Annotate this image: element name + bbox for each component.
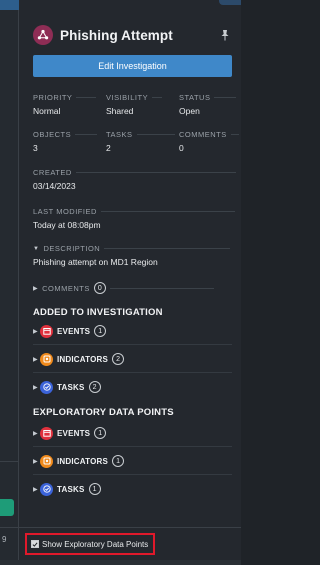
edit-investigation-button[interactable]: Edit Investigation bbox=[33, 55, 232, 77]
show-exploratory-toggle[interactable]: Show Exploratory Data Points bbox=[25, 533, 155, 555]
exploratory-events-row[interactable]: ▶ EVENTS 1 bbox=[33, 426, 107, 440]
added-section-title: ADDED TO INVESTIGATION bbox=[33, 307, 163, 318]
comments-label: COMMENTS bbox=[179, 130, 227, 139]
background-cut-number: 9 bbox=[2, 535, 7, 544]
exploratory-tasks-row[interactable]: ▶ TASKS 1 bbox=[33, 482, 101, 496]
tasks-value: 2 bbox=[106, 143, 111, 153]
show-exploratory-label: Show Exploratory Data Points bbox=[42, 539, 149, 549]
priority-label: PRIORITY bbox=[33, 93, 73, 102]
last-modified-value: Today at 08:08pm bbox=[33, 220, 101, 230]
chevron-right-icon[interactable]: ▶ bbox=[33, 430, 40, 437]
visibility-value: Shared bbox=[106, 106, 134, 116]
divider bbox=[33, 474, 232, 475]
chevron-down-icon[interactable]: ▼ bbox=[33, 246, 39, 252]
chevron-right-icon[interactable]: ▶ bbox=[33, 285, 38, 292]
calendar-icon bbox=[40, 324, 53, 338]
status-value: Open bbox=[179, 106, 200, 116]
page-title: Phishing Attempt bbox=[60, 27, 173, 43]
added-tasks-row[interactable]: ▶ TASKS 2 bbox=[33, 380, 101, 394]
exploratory-events-count: 1 bbox=[94, 427, 107, 439]
description-value: Phishing attempt on MD1 Region bbox=[33, 257, 158, 267]
investigation-logo-icon bbox=[33, 25, 53, 45]
created-value: 03/14/2023 bbox=[33, 181, 76, 191]
comments-value: 0 bbox=[179, 143, 184, 153]
chevron-right-icon[interactable]: ▶ bbox=[33, 328, 40, 335]
background-green-button[interactable] bbox=[0, 499, 14, 516]
description-field[interactable]: ▼ DESCRIPTION Phishing attempt on MD1 Reg… bbox=[33, 244, 231, 267]
comments-toggle[interactable]: ▶ COMMENTS 0 bbox=[33, 282, 214, 294]
added-tasks-count: 2 bbox=[88, 381, 101, 393]
last-modified-field: LAST MODIFIED Today at 08:08pm bbox=[33, 207, 235, 230]
tasks-label: TASKS bbox=[106, 130, 133, 139]
divider bbox=[33, 344, 232, 345]
added-events-count: 1 bbox=[94, 325, 107, 337]
added-events-row[interactable]: ▶ EVENTS 1 bbox=[33, 324, 107, 338]
status-field: STATUS Open bbox=[179, 93, 237, 116]
background-list-strip: 9 bbox=[0, 0, 19, 565]
exploratory-section-title: EXPLORATORY DATA POINTS bbox=[33, 407, 174, 418]
panel-top-accent bbox=[219, 0, 241, 5]
added-indicators-count: 2 bbox=[112, 353, 125, 365]
priority-value: Normal bbox=[33, 106, 61, 116]
task-check-icon bbox=[40, 482, 53, 496]
created-label: CREATED bbox=[33, 168, 72, 177]
objects-value: 3 bbox=[33, 143, 38, 153]
task-check-icon bbox=[40, 380, 53, 394]
visibility-label: VISIBILITY bbox=[106, 93, 149, 102]
investigation-detail-panel: Phishing Attempt Edit Investigation PRIO… bbox=[19, 0, 241, 565]
pin-icon[interactable] bbox=[219, 28, 231, 41]
background-toolbar bbox=[0, 0, 19, 10]
chevron-right-icon[interactable]: ▶ bbox=[33, 384, 40, 391]
divider bbox=[33, 446, 232, 447]
chevron-right-icon[interactable]: ▶ bbox=[33, 458, 40, 465]
created-field: CREATED 03/14/2023 bbox=[33, 168, 236, 191]
objects-field: OBJECTS 3 bbox=[33, 130, 98, 153]
added-indicators-label: INDICATORS bbox=[57, 354, 109, 364]
description-label: DESCRIPTION bbox=[43, 244, 101, 253]
last-modified-label: LAST MODIFIED bbox=[33, 207, 97, 216]
added-tasks-label: TASKS bbox=[57, 382, 85, 392]
comments-toggle-label: COMMENTS bbox=[42, 283, 90, 293]
added-events-label: EVENTS bbox=[57, 326, 91, 336]
visibility-field: VISIBILITY Shared bbox=[106, 93, 163, 116]
exploratory-tasks-count: 1 bbox=[88, 483, 101, 495]
objects-label: OBJECTS bbox=[33, 130, 72, 139]
comments-count-badge: 0 bbox=[93, 282, 106, 294]
exploratory-indicators-count: 1 bbox=[112, 455, 125, 467]
background-divider bbox=[0, 461, 19, 462]
comments-field: COMMENTS 0 bbox=[179, 130, 239, 153]
indicator-icon bbox=[40, 454, 53, 468]
exploratory-indicators-row[interactable]: ▶ INDICATORS 1 bbox=[33, 454, 125, 468]
calendar-icon bbox=[40, 426, 53, 440]
exploratory-indicators-label: INDICATORS bbox=[57, 456, 109, 466]
show-exploratory-checkbox[interactable] bbox=[31, 540, 39, 548]
indicator-icon bbox=[40, 352, 53, 366]
panel-header: Phishing Attempt bbox=[33, 24, 173, 46]
status-label: STATUS bbox=[179, 93, 211, 102]
tasks-field: TASKS 2 bbox=[106, 130, 175, 153]
divider bbox=[33, 372, 232, 373]
added-indicators-row[interactable]: ▶ INDICATORS 2 bbox=[33, 352, 125, 366]
exploratory-tasks-label: TASKS bbox=[57, 484, 85, 494]
footer-divider bbox=[0, 527, 241, 528]
chevron-right-icon[interactable]: ▶ bbox=[33, 356, 40, 363]
priority-field: PRIORITY Normal bbox=[33, 93, 97, 116]
background-bottom-strip bbox=[0, 560, 241, 565]
chevron-right-icon[interactable]: ▶ bbox=[33, 486, 40, 493]
exploratory-events-label: EVENTS bbox=[57, 428, 91, 438]
